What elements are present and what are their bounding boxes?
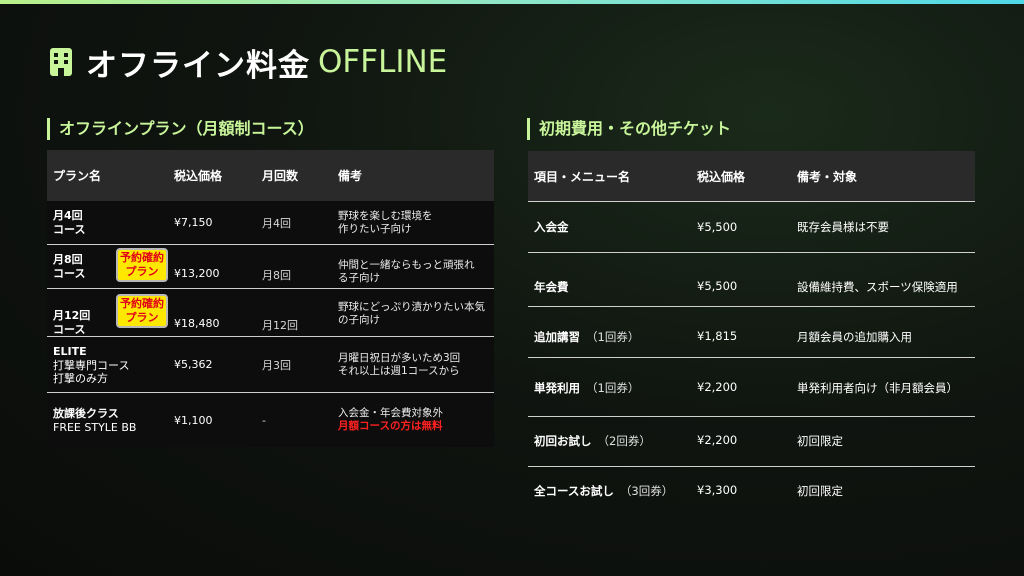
plan-count: 月8回 (262, 269, 291, 282)
reservation-badge: 予約確約 プラン (116, 248, 168, 282)
table-row: ELITE 打撃専門コース 打撃のみ方 ¥5,362 月3回 月曜日祝日が多いた… (47, 336, 494, 392)
item-name: 入会金 (534, 220, 569, 234)
building-icon (48, 46, 74, 78)
plan-count: 月4回 (262, 217, 291, 230)
col-note: 備考 (338, 169, 363, 183)
offline-plan-section-title: オフラインプラン（月額制コース） (47, 118, 314, 140)
plan-note: 野球を楽しむ環境を 作りたい子向け (338, 210, 433, 235)
table-row: 月8回 コース 予約確約 プラン ¥13,200 月8回 仲間と一緒ならもっと頑… (47, 244, 494, 288)
table-row: 月4回 コース ¥7,150 月4回 野球を楽しむ環境を 作りたい子向け (47, 201, 494, 244)
item-name: 初回お試し （2回券） (534, 434, 651, 448)
reservation-badge: 予約確約 プラン (116, 294, 168, 328)
item-note: 単発利用者向け（非月額会員） (797, 381, 958, 395)
plan-note: 入会金・年会費対象外 月額コースの方は無料 (338, 407, 488, 433)
table-row: 月12回 コース 予約確約 プラン ¥18,480 月12回 野球にどっぷり漬か… (47, 288, 494, 336)
table-header: プラン名 税込価格 月回数 備考 (47, 150, 494, 201)
col-plan-name: プラン名 (53, 169, 102, 183)
item-name: 全コースお試し （3回券） (534, 484, 674, 498)
item-note: 初回限定 (797, 434, 843, 448)
page-header: オフライン料金 OFFLINE (48, 42, 448, 84)
plan-price: ¥5,362 (174, 358, 213, 371)
table-row: 初回お試し （2回券） ¥2,200 初回限定 (528, 417, 975, 467)
table-row: 追加講習 （1回券） ¥1,815 月額会員の追加購入用 (528, 307, 975, 358)
item-price: ¥1,815 (697, 329, 738, 343)
plan-count: - (262, 414, 266, 427)
plan-price: ¥18,480 (174, 317, 220, 330)
initial-fee-section-title: 初期費用・その他チケット (527, 118, 731, 140)
plan-name: 月8回 コース (53, 253, 86, 280)
plan-name: ELITE 打撃専門コース 打撃のみ方 (53, 345, 130, 385)
item-note: 初回限定 (797, 484, 843, 498)
table-row: 入会金 ¥5,500 既存会員様は不要 (528, 202, 975, 253)
page-title: オフライン料金 (86, 47, 310, 84)
plan-price: ¥7,150 (174, 216, 213, 229)
col-item-name: 項目・メニュー名 (534, 170, 631, 184)
free-note: 月額コースの方は無料 (338, 420, 443, 432)
item-price: ¥2,200 (697, 380, 738, 394)
item-price: ¥3,300 (697, 483, 738, 497)
item-price: ¥5,500 (697, 220, 738, 234)
plan-name: 月12回 コース (53, 309, 91, 336)
table-row: 全コースお試し （3回券） ¥3,300 初回限定 (528, 467, 975, 517)
item-name: 年会費 (534, 280, 569, 294)
item-note: 既存会員様は不要 (797, 220, 889, 234)
item-price: ¥5,500 (697, 279, 738, 293)
col-note: 備考・対象 (797, 170, 858, 184)
plan-name: 放課後クラス FREE STYLE BB (53, 407, 137, 434)
page-title-en: OFFLINE (318, 44, 448, 80)
plan-price: ¥13,200 (174, 267, 220, 280)
item-name: 単発利用 （1回券） (534, 381, 640, 395)
col-count: 月回数 (262, 169, 299, 183)
item-price: ¥2,200 (697, 433, 738, 447)
plan-note: 仲間と一緒ならもっと頑張れ る子向け (338, 259, 475, 284)
offline-plan-table: プラン名 税込価格 月回数 備考 月4回 コース ¥7,150 月4回 野球を楽… (47, 150, 494, 447)
item-note: 月額会員の追加購入用 (797, 330, 912, 344)
plan-count: 月12回 (262, 319, 298, 332)
initial-fee-table: 項目・メニュー名 税込価格 備考・対象 入会金 ¥5,500 既存会員様は不要 … (528, 151, 975, 517)
item-name: 追加講習 （1回券） (534, 330, 640, 344)
table-row: 単発利用 （1回券） ¥2,200 単発利用者向け（非月額会員） (528, 358, 975, 417)
plan-count: 月3回 (262, 359, 291, 372)
col-price: 税込価格 (697, 170, 746, 184)
plan-name: 月4回 コース (53, 209, 86, 236)
plan-price: ¥1,100 (174, 414, 213, 427)
table-row: 年会費 ¥5,500 設備維持費、スポーツ保険適用 (528, 253, 975, 307)
accent-top-bar (0, 0, 1024, 4)
col-price: 税込価格 (174, 169, 223, 183)
table-row: 放課後クラス FREE STYLE BB ¥1,100 - 入会金・年会費対象外… (47, 392, 494, 447)
plan-note: 野球にどっぷり漬かりたい本気 の子向け (338, 301, 485, 326)
table-header: 項目・メニュー名 税込価格 備考・対象 (528, 151, 975, 202)
plan-note: 月曜日祝日が多いため3回 それ以上は週1コースから (338, 352, 461, 377)
item-note: 設備維持費、スポーツ保険適用 (797, 280, 958, 294)
